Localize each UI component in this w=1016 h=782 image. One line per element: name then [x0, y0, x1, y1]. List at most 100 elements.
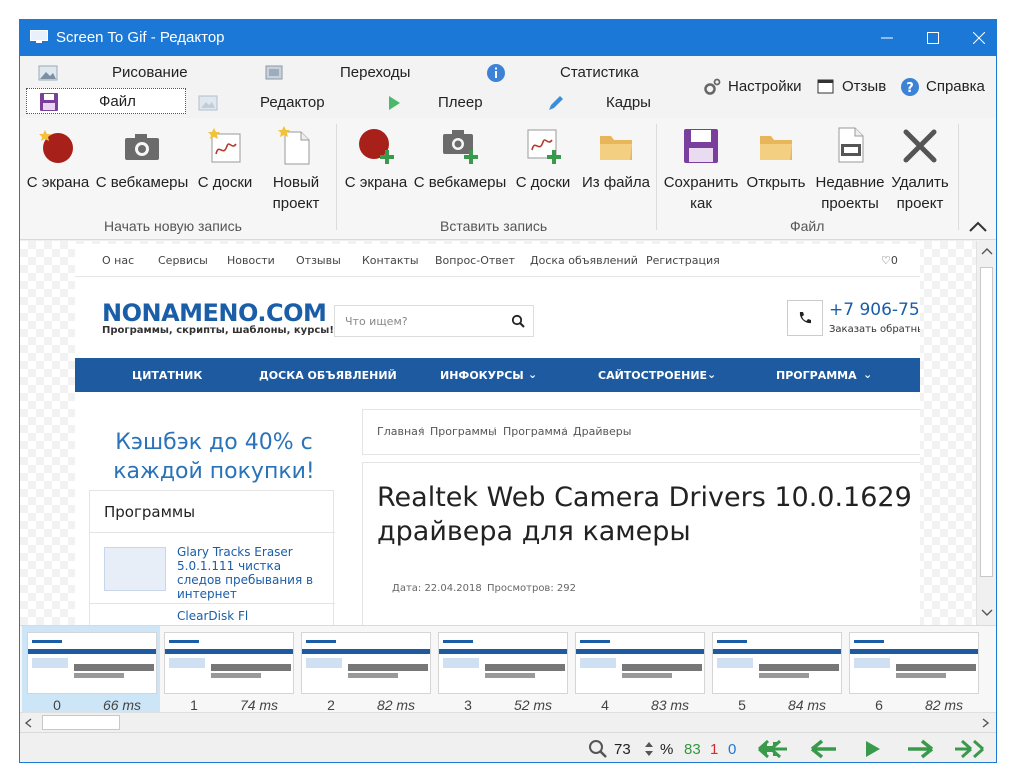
tab-file[interactable]: Файл [26, 88, 186, 114]
record-screen-button[interactable]: С экрана [22, 124, 94, 193]
frame-thumbnail[interactable]: 2 82 ms [296, 626, 434, 714]
save-icon [684, 129, 718, 163]
frame-thumbnail[interactable]: 3 52 ms [433, 626, 571, 714]
feedback-icon [817, 79, 834, 94]
frame-list-scrollbar[interactable] [20, 712, 996, 732]
zoom-stepper-icon[interactable] [644, 740, 654, 758]
site-nav-item: Отзывы [296, 254, 341, 267]
previous-frame-button[interactable] [808, 739, 840, 759]
save-as-label-2: как [690, 195, 712, 212]
feedback-label: Отзыв [842, 78, 887, 95]
play-button[interactable] [856, 739, 888, 759]
frame-preview-detail [854, 640, 884, 643]
tab-statistics[interactable]: Статистика [484, 60, 644, 86]
insert-board-button[interactable]: С доски [510, 124, 576, 193]
site-nav-item: Новости [227, 254, 275, 267]
save-as-label-1: Сохранить [663, 174, 739, 191]
tab-editor[interactable]: Редактор [196, 90, 336, 116]
frame-preview-detail [74, 664, 154, 671]
ribbon-panel: С экрана С вебкамеры С доски Новый проек… [20, 118, 996, 240]
breadcrumb-separator: / [492, 425, 496, 438]
delete-project-button[interactable]: Удалить проект [886, 124, 954, 214]
record-screen-label: С экрана [26, 174, 90, 191]
frame-delay: 74 ms [239, 697, 279, 713]
insert-webcam-button[interactable]: С вебкамеры [410, 124, 510, 193]
group-label-insert: Вставить запись [440, 218, 548, 234]
article-date: Дата: 22.04.2018 [392, 583, 482, 594]
site-nav-item: Доска объявлений [530, 254, 638, 267]
help-link[interactable]: ? Справка [900, 74, 992, 100]
frame-thumbnail[interactable]: 0 66 ms [22, 626, 160, 714]
from-file-button[interactable]: Из файла [576, 124, 656, 193]
camera-add-icon [443, 130, 478, 164]
recent-projects-button[interactable]: Недавние проекты [810, 124, 890, 214]
feedback-link[interactable]: Отзыв [816, 74, 892, 100]
settings-link[interactable]: Настройки [702, 74, 812, 100]
frame-preview-detail [896, 673, 946, 678]
editor-window: Screen To Gif - Редактор Рисование Файл [19, 19, 997, 763]
article-title-line-1: Realtek Web Camera Drivers 10.0.1629 [377, 482, 912, 513]
tab-transitions[interactable]: Переходы [260, 60, 420, 86]
record-board-button[interactable]: С доски [192, 124, 258, 193]
frame-preview-detail [580, 658, 616, 668]
scrollbar-thumb[interactable] [980, 267, 993, 577]
new-project-button[interactable]: Новый проект [258, 124, 334, 214]
minimize-button[interactable] [864, 20, 910, 56]
scroll-up-icon[interactable] [981, 247, 993, 255]
maximize-button[interactable] [910, 20, 956, 56]
scroll-right-icon[interactable] [982, 718, 990, 728]
tab-frames[interactable]: Кадры [544, 90, 664, 116]
settings-label: Настройки [728, 78, 802, 95]
tab-player[interactable]: Плеер [382, 90, 502, 116]
record-webcam-button[interactable]: С вебкамеры [92, 124, 192, 193]
canvas-vertical-scrollbar[interactable] [976, 241, 996, 625]
frame-preview-detail [165, 649, 293, 654]
frame-thumbnail[interactable]: 4 83 ms [570, 626, 708, 714]
frame-thumbnail[interactable]: 1 74 ms [159, 626, 297, 714]
frame-preview-detail [32, 640, 62, 643]
collapse-ribbon-icon[interactable] [968, 220, 988, 234]
tab-statistics-label: Статистика [560, 64, 639, 81]
frame-delay: 52 ms [513, 697, 553, 713]
ribbon-tabs: Рисование Файл Переходы Редактор Статист… [20, 56, 996, 118]
frame-current-index: 0 [728, 741, 737, 758]
window-title: Screen To Gif - Редактор [56, 29, 225, 46]
play-icon [389, 96, 400, 110]
tab-player-label: Плеер [438, 94, 483, 111]
breadcrumb-item: Программа [503, 425, 568, 438]
divider [90, 532, 335, 533]
open-button[interactable]: Открыть [742, 124, 810, 193]
scrollbar-thumb[interactable] [42, 715, 120, 730]
frame-thumbnail[interactable]: 6 82 ms [844, 626, 982, 714]
frame-index: 6 [875, 697, 883, 713]
new-file-icon [278, 126, 310, 165]
frame-preview-detail [759, 664, 839, 671]
frame-index: 5 [738, 697, 746, 713]
frame-thumbnail[interactable]: 5 84 ms [707, 626, 845, 714]
site-main-nav: ЦИТАТНИК ДОСКА ОБЪЯВЛЕНИЙ ИНФОКУРСЫ ⌄ СА… [75, 358, 920, 392]
scroll-down-icon[interactable] [981, 609, 993, 617]
breadcrumb-item: Главная [377, 425, 425, 438]
insert-screen-button[interactable]: С экрана [340, 124, 412, 193]
last-frame-button[interactable] [954, 739, 986, 759]
tab-transitions-label: Переходы [340, 64, 411, 81]
frame-count-selected: 1 [710, 741, 719, 758]
breadcrumb-separator: / [562, 425, 566, 438]
delete-project-label-2: проект [896, 195, 944, 212]
zoom-value[interactable]: 73 [614, 741, 631, 758]
tab-drawing[interactable]: Рисование [36, 60, 216, 86]
title-bar: Screen To Gif - Редактор [20, 20, 996, 56]
insert-screen-label: С экрана [344, 174, 408, 191]
first-frame-button[interactable] [756, 739, 788, 759]
delete-project-label-1: Удалить [891, 174, 949, 191]
ribbon-separator [336, 124, 337, 230]
save-as-button[interactable]: Сохранить как [660, 124, 742, 214]
close-button[interactable] [956, 20, 996, 56]
svg-text:?: ? [906, 81, 914, 96]
scroll-left-icon[interactable] [24, 718, 32, 728]
breadcrumb-separator: / [419, 425, 423, 438]
program-link: ClearDisk Fl [177, 609, 249, 623]
frame-preview [27, 632, 157, 694]
next-frame-button[interactable] [904, 739, 936, 759]
camera-icon [125, 134, 159, 160]
